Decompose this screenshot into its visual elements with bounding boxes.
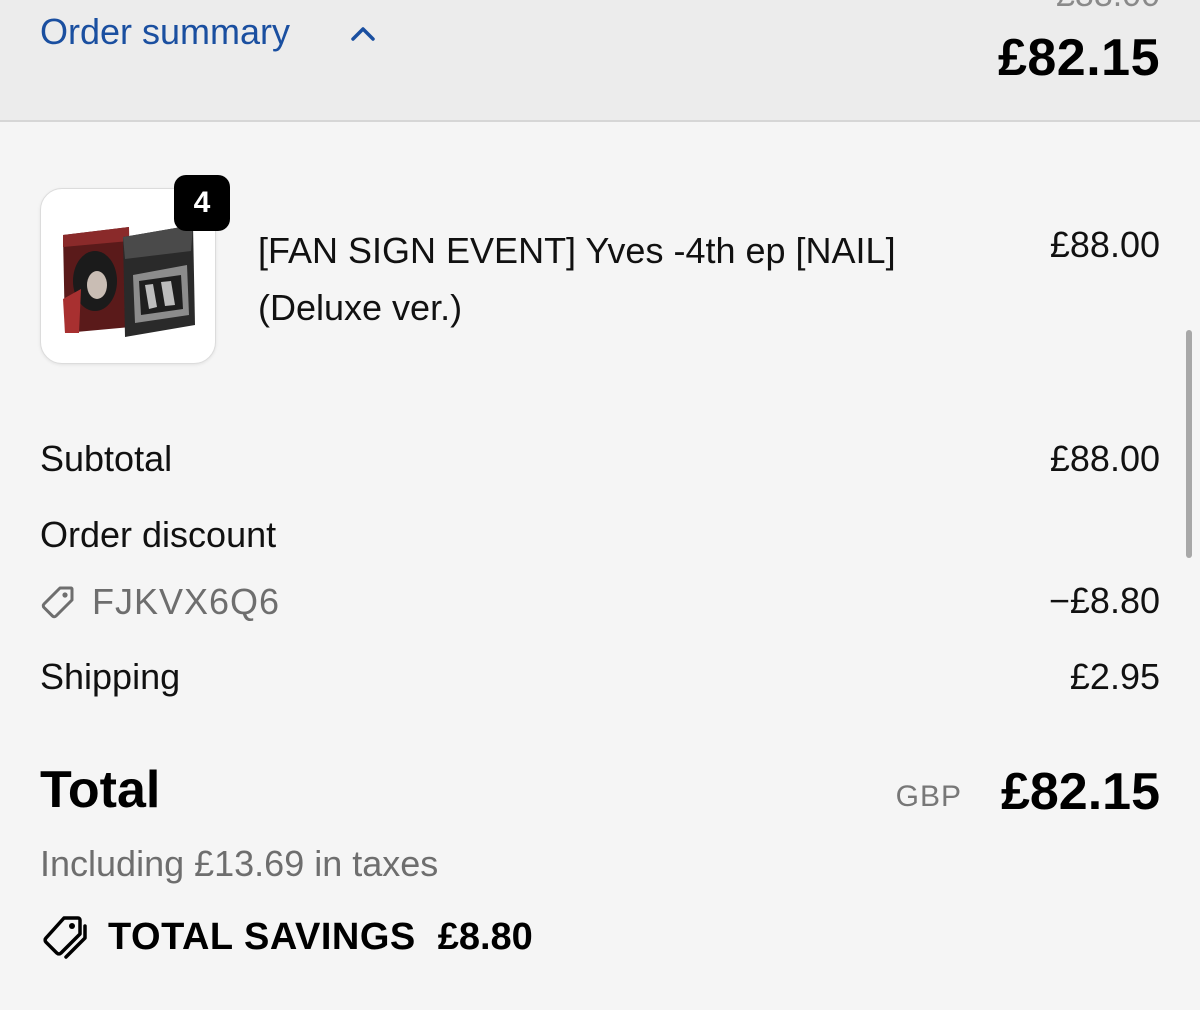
total-price: £82.15 xyxy=(1000,763,1160,821)
order-discount-label: Order discount xyxy=(40,514,277,555)
subtotal-label: Subtotal xyxy=(40,438,173,479)
total-label: Total xyxy=(40,761,161,819)
discount-value: −£8.80 xyxy=(1048,580,1160,621)
quantity-badge: 4 xyxy=(174,175,230,231)
subtotal-value: £88.00 xyxy=(1049,438,1160,479)
shipping-value: £2.95 xyxy=(1069,656,1160,697)
original-price: £88.00 xyxy=(1056,0,1160,15)
chevron-up-icon[interactable] xyxy=(348,22,378,46)
discount-code-text: FJKVX6Q6 xyxy=(92,581,281,622)
tag-icon xyxy=(41,586,74,619)
product-price: £88.00 xyxy=(1049,224,1160,265)
order-summary-toggle[interactable]: Order summary xyxy=(40,11,290,53)
total-savings-label: TOTAL SAVINGS xyxy=(108,915,416,958)
total-currency: GBP xyxy=(895,780,962,813)
scrollbar[interactable] xyxy=(1186,330,1192,558)
header-total-price: £82.15 xyxy=(997,29,1160,87)
tags-icon xyxy=(43,916,87,959)
shipping-label: Shipping xyxy=(40,656,181,697)
discount-code: FJKVX6Q6 xyxy=(40,580,280,624)
order-summary-header[interactable]: Order summary £88.00 £82.15 xyxy=(0,0,1200,122)
total-savings: TOTAL SAVINGS £8.80 xyxy=(40,912,533,962)
total-savings-amount: £8.80 xyxy=(437,915,533,958)
product-name: [FAN SIGN EVENT] Yves -4th ep [NAIL] (De… xyxy=(258,230,896,328)
tax-note: Including £13.69 in taxes xyxy=(40,843,439,884)
